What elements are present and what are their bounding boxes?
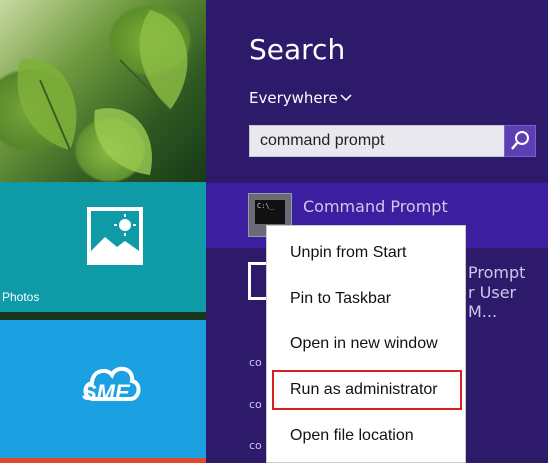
search-button[interactable] xyxy=(504,125,536,157)
search-title: Search xyxy=(249,33,346,66)
result-truncated[interactable]: co xyxy=(249,439,262,452)
sme-tile-label: SME xyxy=(82,380,130,405)
menu-item-unpin-from-start[interactable]: Unpin from Start xyxy=(267,235,467,271)
picture-icon xyxy=(87,207,143,265)
result-truncated[interactable]: co xyxy=(249,356,262,369)
search-scope-dropdown[interactable]: Everywhere xyxy=(249,89,338,107)
menu-item-open-in-new-window[interactable]: Open in new window xyxy=(267,326,467,362)
menu-item-pin-to-taskbar[interactable]: Pin to Taskbar xyxy=(267,281,467,317)
leaf-wallpaper-tile[interactable] xyxy=(0,0,206,182)
tile-strip xyxy=(0,458,206,463)
search-input[interactable] xyxy=(260,132,500,150)
search-box[interactable] xyxy=(249,125,505,157)
photos-tile-label: Photos xyxy=(2,290,40,304)
result-title: Command Prompt xyxy=(303,197,448,216)
menu-item-open-file-location[interactable]: Open file location xyxy=(267,418,467,454)
result-title[interactable]: Prompt xyxy=(468,263,525,282)
command-prompt-icon-screen: C:\_ xyxy=(255,200,285,224)
menu-item-run-as-administrator[interactable]: Run as administrator xyxy=(272,370,462,410)
search-icon xyxy=(511,131,529,150)
context-menu: Unpin from Start Pin to Taskbar Open in … xyxy=(266,225,466,463)
result-subtitle: r User M... xyxy=(468,283,517,321)
leaf-image xyxy=(17,10,188,175)
result-truncated[interactable]: co xyxy=(249,398,262,411)
chevron-down-icon[interactable] xyxy=(340,90,352,106)
